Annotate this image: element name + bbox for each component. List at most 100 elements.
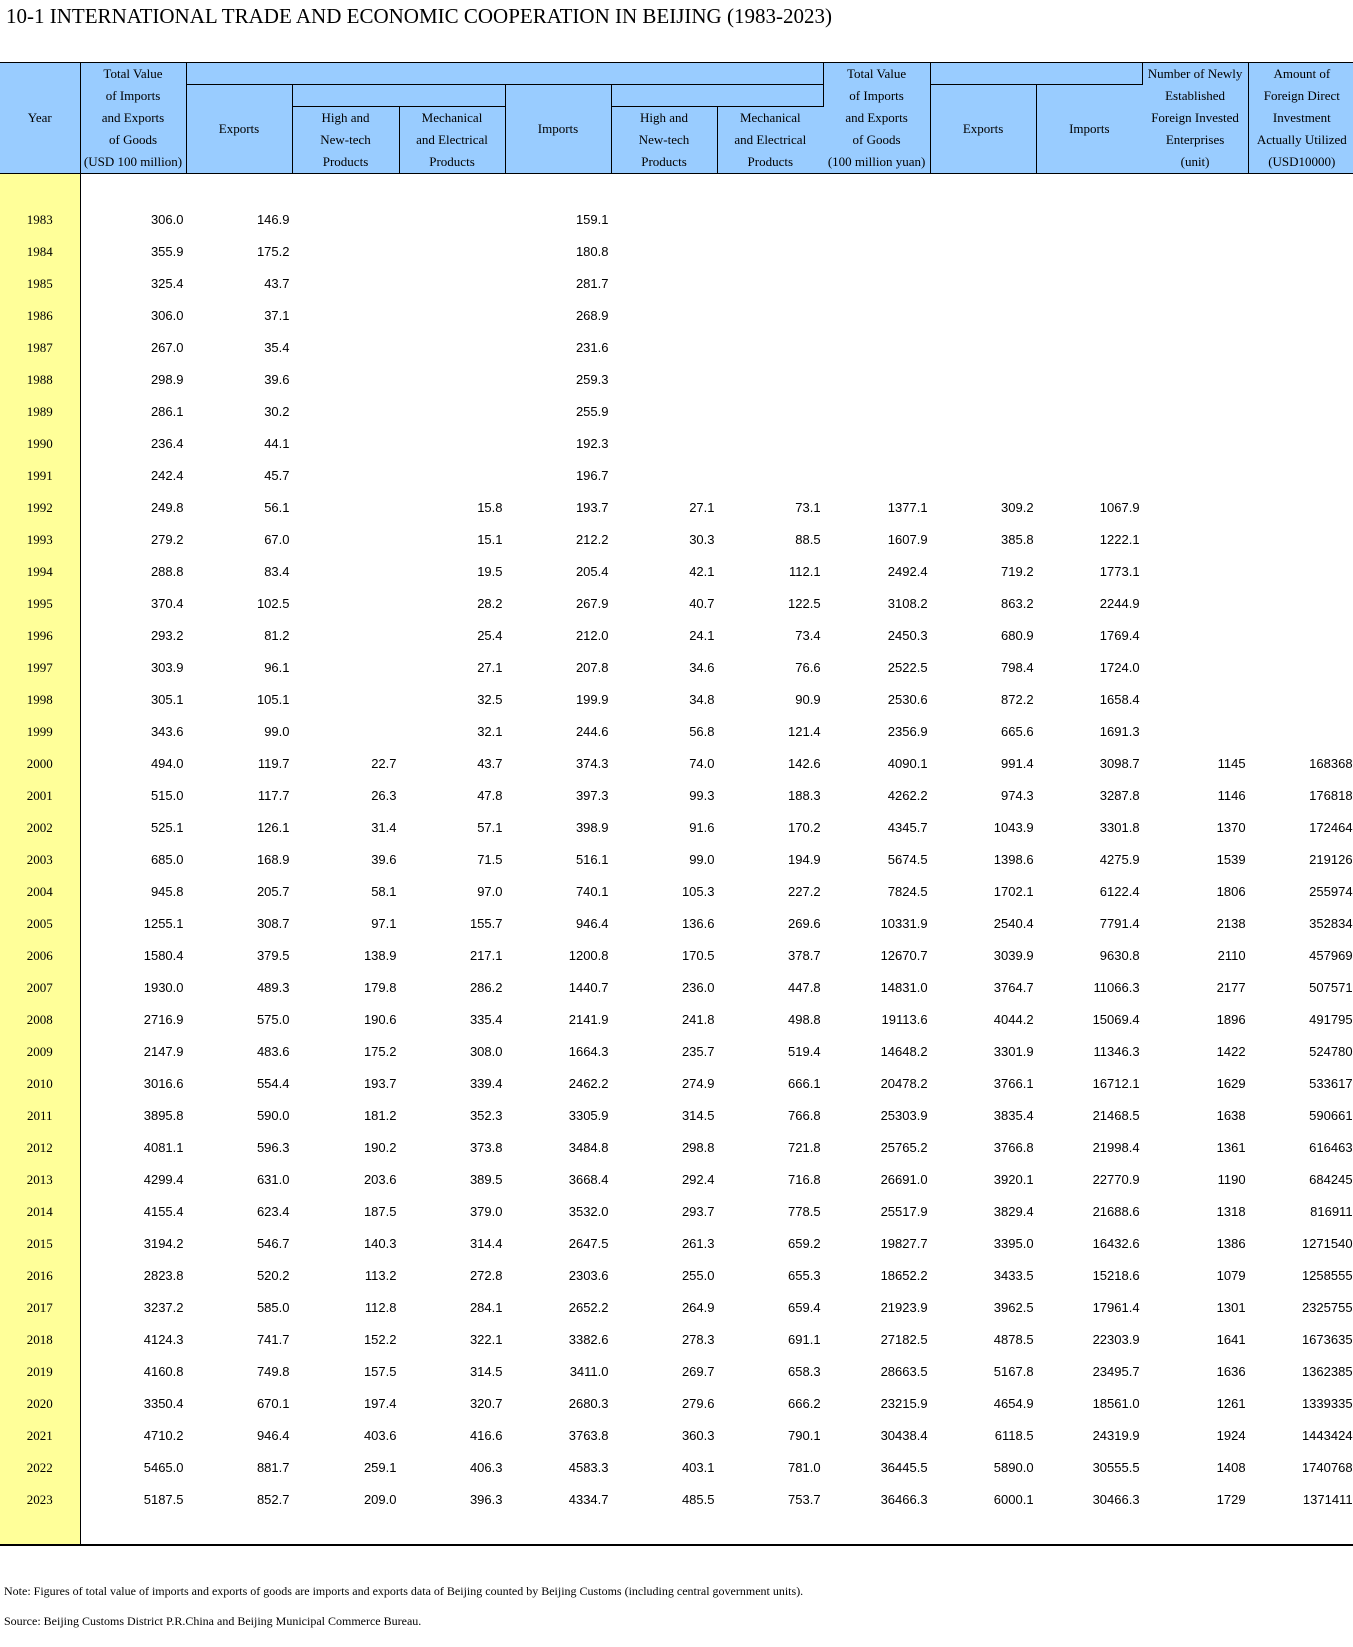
- row-cell: 596.3: [256, 1140, 290, 1155]
- row-year: 2023: [0, 1484, 81, 1516]
- row-year: 1991: [0, 460, 81, 492]
- row-cell: 102.5: [256, 596, 290, 611]
- row-cell: 314.4: [469, 1236, 503, 1251]
- row-cell: 991.4: [1001, 756, 1034, 771]
- row-cell: [292, 364, 399, 396]
- row-cell: 278.3: [681, 1332, 715, 1347]
- row-cell: 1443424: [1301, 1428, 1353, 1443]
- row-cell: 1339335: [1301, 1396, 1353, 1411]
- row-cell: 9630.8: [1099, 948, 1140, 963]
- row-cell: 2141.9: [568, 1012, 609, 1027]
- row-cell: [611, 364, 717, 396]
- table-row: 2003 685.0 168.9 39.6 71.5 516.1 99.0 194.9 5674…: [0, 844, 1353, 876]
- row-cell: 2356.9: [887, 724, 928, 739]
- row-cell: [1142, 684, 1248, 716]
- row-cell: 491795: [1309, 1012, 1353, 1027]
- row-cell: 1146: [1217, 788, 1246, 803]
- row-cell: 3962.5: [993, 1300, 1034, 1315]
- row-cell: [611, 300, 717, 332]
- row-cell: [823, 460, 930, 492]
- row-cell: [611, 428, 717, 460]
- row-cell: 3287.8: [1099, 788, 1140, 803]
- row-cell: 43.7: [477, 756, 503, 771]
- row-cell: [399, 428, 505, 460]
- row-cell: 180.8: [575, 244, 609, 259]
- header-exports-yuan: Exports: [930, 84, 1037, 174]
- header-total-usd: Total Value of Imports and Exports of Goods…: [80, 62, 187, 174]
- row-cell: 32.1: [477, 724, 503, 739]
- table-row: 1996 293.2 81.2 25.4 212.0 24.1 73.4 2450.3 680.…: [0, 620, 1353, 652]
- row-cell: [1142, 716, 1248, 748]
- row-cell: 515.0: [150, 788, 184, 803]
- row-cell: [1248, 332, 1353, 364]
- row-cell: 187.5: [363, 1204, 397, 1219]
- row-cell: 36445.5: [880, 1460, 928, 1475]
- row-cell: 56.1: [264, 500, 290, 515]
- row-cell: 157.5: [363, 1364, 397, 1379]
- row-cell: 1258555: [1301, 1268, 1353, 1283]
- table-note: Note: Figures of total value of imports …: [4, 1584, 804, 1598]
- row-cell: [292, 524, 399, 556]
- row-year: 2002: [0, 812, 81, 844]
- row-cell: 1629: [1216, 1076, 1246, 1091]
- table-row: 2006 1580.4 379.5 138.9 217.1 1200.8 170.5 378.…: [0, 940, 1353, 972]
- row-cell: 1636: [1216, 1364, 1246, 1379]
- row-cell: [1142, 204, 1248, 236]
- row-cell: [1142, 332, 1248, 364]
- row-cell: 27182.5: [880, 1332, 928, 1347]
- row-cell: [611, 204, 717, 236]
- row-cell: [1248, 716, 1353, 748]
- row-cell: [717, 460, 823, 492]
- row-cell: 5465.0: [143, 1460, 184, 1475]
- row-cell: [1142, 268, 1248, 300]
- row-cell: 2680.3: [568, 1396, 609, 1411]
- table-row: 2010 3016.6 554.4 193.7 339.4 2462.2 274.9 666.…: [0, 1068, 1353, 1100]
- row-cell: 6122.4: [1099, 884, 1140, 899]
- row-cell: 34.6: [689, 660, 715, 675]
- row-cell: 1422: [1216, 1044, 1246, 1059]
- row-cell: 286.2: [469, 980, 503, 995]
- row-cell: 269.7: [681, 1364, 715, 1379]
- row-cell: 105.3: [681, 884, 715, 899]
- row-cell: 30.2: [264, 404, 290, 419]
- row-cell: [1142, 428, 1248, 460]
- row-cell: [1036, 204, 1142, 236]
- row-cell: 1361: [1216, 1140, 1246, 1155]
- row-cell: 403.1: [681, 1460, 715, 1475]
- row-cell: 519.4: [788, 1044, 821, 1059]
- row-cell: 665.6: [1001, 724, 1034, 739]
- row-cell: [823, 236, 930, 268]
- row-cell: 403.6: [363, 1428, 397, 1443]
- row-cell: 236.0: [681, 980, 715, 995]
- table-row: 2002 525.1 126.1 31.4 57.1 398.9 91.6 170.2 4345…: [0, 812, 1353, 844]
- row-cell: 1200.8: [568, 948, 609, 963]
- row-year: 2009: [0, 1036, 81, 1068]
- row-year: 1992: [0, 492, 81, 524]
- row-cell: 325.4: [150, 276, 184, 291]
- row-cell: 36466.3: [880, 1492, 928, 1507]
- row-year: 1990: [0, 428, 81, 460]
- table-row: 1984 355.9 175.2 180.8: [0, 236, 1353, 268]
- row-cell: 1607.9: [887, 532, 928, 547]
- row-cell: 19827.7: [880, 1236, 928, 1251]
- row-cell: 3766.8: [993, 1140, 1034, 1155]
- row-cell: 5167.8: [993, 1364, 1034, 1379]
- row-year: 2015: [0, 1228, 81, 1260]
- row-cell: 3920.1: [993, 1172, 1034, 1187]
- row-cell: 181.2: [363, 1108, 397, 1123]
- row-cell: 179.8: [363, 980, 397, 995]
- row-cell: 2647.5: [568, 1236, 609, 1251]
- row-cell: 314.5: [469, 1364, 503, 1379]
- row-cell: 205.7: [256, 884, 290, 899]
- row-cell: 155.7: [469, 916, 503, 931]
- row-cell: [292, 300, 399, 332]
- row-cell: 370.4: [150, 596, 184, 611]
- row-cell: 3484.8: [568, 1140, 609, 1155]
- row-cell: 1673635: [1301, 1332, 1353, 1347]
- row-cell: 284.1: [469, 1300, 503, 1315]
- row-year: 2013: [0, 1164, 81, 1196]
- row-cell: 2110: [1217, 948, 1246, 963]
- row-cell: 4299.4: [143, 1172, 184, 1187]
- row-cell: [1036, 268, 1142, 300]
- row-cell: 1222.1: [1099, 532, 1140, 547]
